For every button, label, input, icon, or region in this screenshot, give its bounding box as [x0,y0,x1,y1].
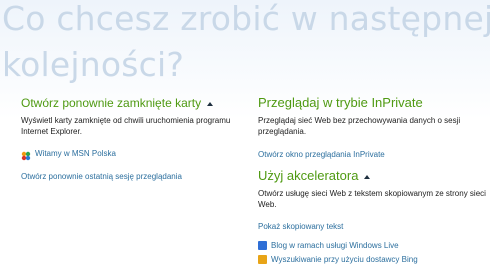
inprivate-description: Przeglądaj sieć Web bez przechowywania d… [258,116,461,136]
inprivate-title[interactable]: Przeglądaj w trybie InPrivate [258,95,490,111]
windows-live-icon [258,240,267,250]
accelerator-title: Użyj akceleratora [258,168,359,183]
chevron-up-icon[interactable] [207,101,214,106]
accelerator-link-blog[interactable]: Blog w ramach usługi Windows Live [271,240,399,251]
closed-tab-item[interactable]: Witamy w MSN Polska [21,146,236,161]
page-title-line-1: Co chcesz zrobić w następnej [2,0,490,38]
closed-tab-link[interactable]: Witamy w MSN Polska [35,148,116,159]
msn-butterfly-icon [21,148,31,161]
open-inprivate-link[interactable]: Otwórz okno przeglądania InPrivate [258,149,490,160]
accelerator-description: Otwórz usługę sieci Web z tekstem skopio… [258,189,486,209]
reopen-tabs-description: Wyświetl karty zamknięte od chwili uruch… [21,116,231,136]
accelerator-header[interactable]: Użyj akceleratora [258,168,490,184]
accelerator-section: Użyj akceleratora Otwórz usługę sieci We… [258,168,490,266]
chevron-up-icon[interactable] [364,174,371,179]
accelerator-item[interactable]: Wyszukiwanie przy użyciu dostawcy Bing [258,252,490,266]
show-copied-text-link[interactable]: Pokaż skopiowany tekst [258,221,490,232]
page-title-line-2: kolejności? [2,45,185,84]
reopen-last-session-link[interactable]: Otwórz ponownie ostatnią sesję przegląda… [21,171,236,182]
reopen-tabs-title: Otwórz ponownie zamknięte karty [21,96,202,110]
inprivate-section: Przeglądaj w trybie InPrivate Przeglądaj… [258,95,490,160]
reopen-tabs-section: Otwórz ponownie zamknięte karty Wyświetl… [21,95,236,182]
bing-icon [258,254,267,264]
page-title: Co chcesz zrobić w następnej kolejności? [2,0,490,88]
accelerator-item[interactable]: Blog w ramach usługi Windows Live [258,238,490,252]
reopen-tabs-header[interactable]: Otwórz ponownie zamknięte karty [21,95,236,111]
accelerator-link-bing[interactable]: Wyszukiwanie przy użyciu dostawcy Bing [271,254,418,265]
